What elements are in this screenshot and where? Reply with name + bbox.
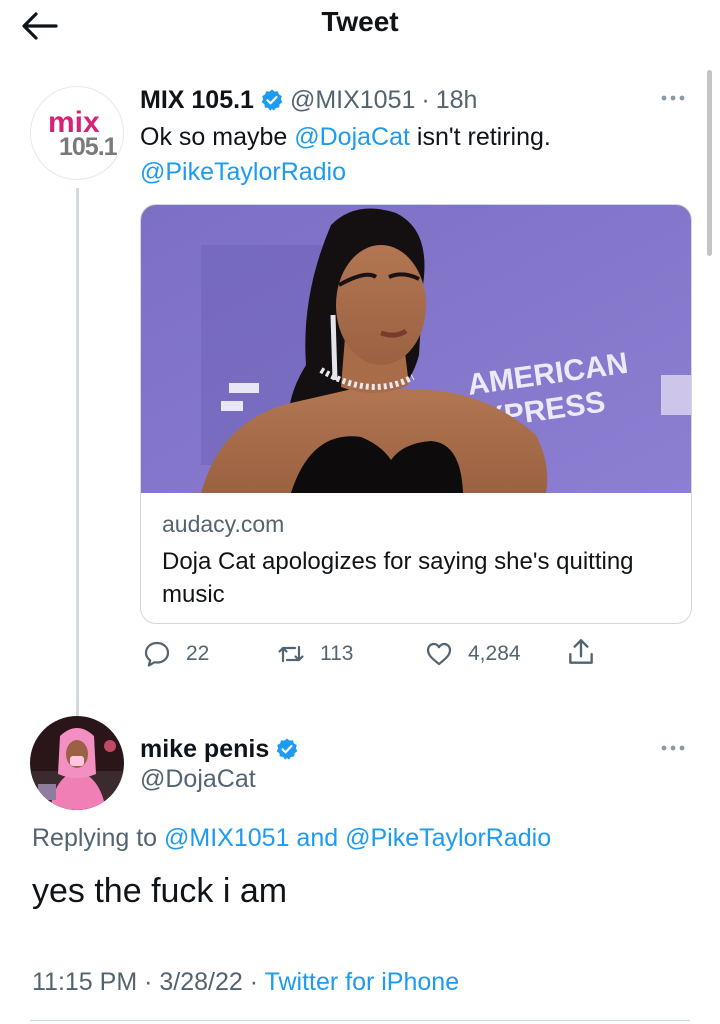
more-button[interactable]: [656, 86, 690, 110]
separator: ·: [421, 85, 430, 114]
separator: ·: [137, 968, 160, 996]
mix-logo: mix 105.1: [48, 106, 119, 161]
page-title: Tweet: [321, 6, 399, 37]
tweet-text-suffix: isn't retiring.: [409, 123, 551, 151]
author-handle[interactable]: @DojaCat: [140, 765, 256, 794]
reply-button[interactable]: 22: [142, 638, 209, 670]
card-domain: audacy.com: [162, 511, 285, 537]
author-name[interactable]: mike penis: [140, 735, 269, 764]
more-icon: [661, 745, 685, 751]
share-button[interactable]: [565, 636, 611, 668]
mention-link[interactable]: @PikeTaylorRadio: [345, 824, 551, 852]
author-handle[interactable]: @MIX1051: [290, 86, 415, 115]
divider: [30, 1020, 690, 1021]
heart-icon: [426, 642, 452, 666]
scrollbar[interactable]: [707, 70, 712, 256]
retweet-button[interactable]: 113: [276, 638, 353, 670]
tweet-meta: 11:15 PM · 3/28/22 · Twitter for iPhone: [32, 968, 459, 997]
tweet-header: MIX 105.1 @MIX1051 · 18h: [140, 84, 477, 116]
tweet-text: Ok so maybe @DojaCat isn't retiring. @Pik…: [140, 120, 680, 190]
retweet-icon: [278, 645, 304, 663]
avatar[interactable]: mix 105.1: [30, 86, 124, 180]
mention-link[interactable]: @MIX1051: [164, 824, 289, 852]
replying-and: and: [289, 824, 346, 852]
verified-badge-icon: [276, 738, 298, 760]
more-button[interactable]: [656, 736, 690, 760]
mention-link[interactable]: @PikeTaylorRadio: [140, 158, 346, 186]
source-link[interactable]: Twitter for iPhone: [265, 968, 460, 996]
reply-count: 22: [186, 642, 210, 665]
reply-author: mike penis: [140, 733, 305, 765]
thread-connector: [76, 188, 79, 716]
tweet-text-prefix: Ok so maybe: [140, 123, 295, 151]
like-count: 4,284: [468, 642, 521, 665]
post-time: 11:15 PM: [32, 968, 138, 996]
verified-badge-icon: [261, 89, 283, 111]
retweet-count: 113: [320, 642, 354, 665]
reply-icon: [144, 641, 170, 667]
link-card[interactable]: AMERICAN EXPRESS audacy.com Doja Cat apo…: [140, 204, 692, 624]
share-icon: [569, 639, 593, 664]
mention-link[interactable]: @DojaCat: [294, 123, 410, 151]
replying-label: Replying to: [32, 824, 165, 852]
logo-text-bottom: 105.1: [59, 133, 118, 161]
avatar[interactable]: [30, 716, 124, 810]
card-image: AMERICAN EXPRESS: [141, 205, 691, 493]
profile-photo: [30, 716, 124, 810]
separator: ·: [242, 968, 265, 996]
timestamp[interactable]: 18h: [436, 86, 478, 115]
card-title: Doja Cat apologizes for saying she's qui…: [162, 548, 634, 608]
author-name[interactable]: MIX 105.1: [140, 86, 254, 115]
more-icon: [661, 95, 685, 101]
replying-to: Replying to @MIX1051 and @PikeTaylorRadi…: [32, 824, 551, 853]
post-date: 3/28/22: [159, 968, 243, 996]
like-button[interactable]: 4,284: [424, 638, 521, 670]
reply-text: yes the fuck i am: [32, 872, 288, 910]
